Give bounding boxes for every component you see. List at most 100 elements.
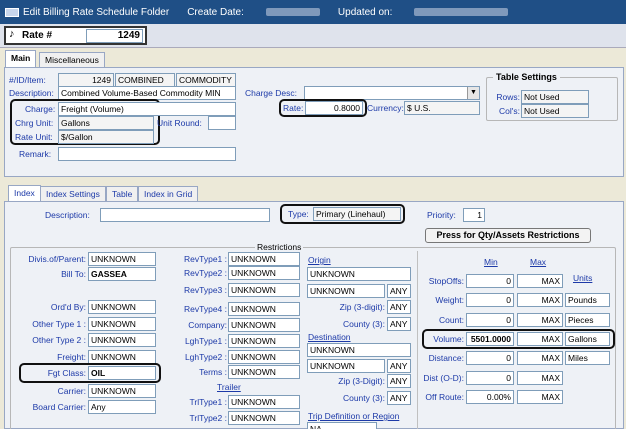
minmax-max-field[interactable]: MAX xyxy=(517,371,563,385)
minmax-unit-field[interactable]: Miles xyxy=(565,351,610,365)
remark-field[interactable] xyxy=(58,147,236,161)
destination-county-field[interactable]: ANY xyxy=(387,391,411,405)
board-carrier-field[interactable]: Any xyxy=(88,400,156,414)
lghtype1-field[interactable]: UNKNOWN xyxy=(228,334,300,348)
ordby-label: Ord'd By: xyxy=(50,302,86,312)
trltype1-label: TrlType1 : xyxy=(189,397,227,407)
lghtype2-field[interactable]: UNKNOWN xyxy=(228,350,300,364)
destination-label[interactable]: Destination xyxy=(308,330,351,344)
rate-number-field[interactable]: 1249 xyxy=(86,29,143,43)
tab-index[interactable]: Index xyxy=(8,185,41,202)
minmax-min-field[interactable]: 0 xyxy=(466,351,514,365)
id-type-field: COMBINED xyxy=(115,73,175,87)
minmax-max-field[interactable]: MAX xyxy=(517,274,563,288)
rows-label: Rows: xyxy=(496,92,520,102)
revtype4-field[interactable]: UNKNOWN xyxy=(228,302,300,316)
company-field[interactable]: UNKNOWN xyxy=(228,318,300,332)
revtype2-field[interactable]: UNKNOWN xyxy=(228,266,300,280)
minmax-min-field[interactable]: 0.00% xyxy=(466,390,514,404)
id-field: 1249 xyxy=(58,73,114,87)
fgt-class-label: Fgt Class: xyxy=(47,368,86,378)
unit-round-field[interactable] xyxy=(208,116,236,130)
other-type1-label: Other Type 1 : xyxy=(32,319,86,329)
rate-label: Rate: xyxy=(283,103,304,113)
carrier-label: Carrier: xyxy=(57,386,86,396)
minmax-min-field[interactable]: 0 xyxy=(466,313,514,327)
charge-desc-dropdown[interactable]: ▼ xyxy=(304,86,480,100)
carrier-field[interactable]: UNKNOWN xyxy=(88,384,156,398)
terms-label: Terms : xyxy=(199,367,227,377)
minmax-max-field[interactable]: MAX xyxy=(517,351,563,365)
destination-field-2[interactable]: UNKNOWN xyxy=(307,359,385,373)
freight-field[interactable]: UNKNOWN xyxy=(88,350,156,364)
tab-table[interactable]: Table xyxy=(106,186,139,201)
origin-field[interactable]: UNKNOWN xyxy=(307,267,411,281)
trip-definition-label[interactable]: Trip Definition or Region xyxy=(308,409,399,423)
currency-label: Currency: xyxy=(367,103,404,113)
destination-any-field[interactable]: ANY xyxy=(387,359,411,373)
billto-field[interactable]: GASSEA xyxy=(88,267,156,281)
qty-assets-restrictions-button[interactable]: Press for Qty/Assets Restrictions xyxy=(425,228,591,243)
index-description-field[interactable] xyxy=(100,208,270,222)
rate-field[interactable]: 0.8000 xyxy=(305,101,363,115)
revtype1-field[interactable]: UNKNOWN xyxy=(228,252,300,266)
billto-label: Bill To: xyxy=(61,269,86,279)
trltype2-label: TrlType2 : xyxy=(189,413,227,423)
minmax-min-field[interactable]: 0 xyxy=(466,274,514,288)
minmax-unit-field[interactable]: Pieces xyxy=(565,313,610,327)
divis-field[interactable]: UNKNOWN xyxy=(88,252,156,266)
minmax-unit-field[interactable]: Pounds xyxy=(565,293,610,307)
minmax-row-label: Weight: xyxy=(435,295,464,305)
revtype3-label: RevType3 : xyxy=(184,285,227,295)
index-description-label: Description: xyxy=(45,210,90,220)
minmax-min-field[interactable]: 0 xyxy=(466,371,514,385)
ordby-field[interactable]: UNKNOWN xyxy=(88,300,156,314)
revtype3-field[interactable]: UNKNOWN xyxy=(228,283,300,297)
destination-field[interactable]: UNKNOWN xyxy=(307,343,411,357)
type-field: Primary (Linehaul) xyxy=(313,207,401,221)
other-type2-field[interactable]: UNKNOWN xyxy=(88,333,156,347)
destination-zip-label: Zip (3-Digit): xyxy=(338,376,385,386)
max-label: Max xyxy=(530,257,547,267)
app-icon xyxy=(5,7,19,17)
tab-index-settings[interactable]: Index Settings xyxy=(40,186,106,201)
other-type1-field[interactable]: UNKNOWN xyxy=(88,317,156,331)
company-label: Company: xyxy=(188,320,227,330)
priority-field[interactable]: 1 xyxy=(463,208,485,222)
rate-bar: ♪ Rate # 1249 xyxy=(0,24,626,48)
tab-main[interactable]: Main xyxy=(5,50,37,67)
minmax-min-field[interactable]: 0 xyxy=(466,293,514,307)
type-label: Type: xyxy=(288,209,309,219)
unit-round-label: Unit Round: xyxy=(157,118,202,128)
billing-rate-window: Edit Billing Rate Schedule Folder Create… xyxy=(0,0,626,429)
charge-desc-label: Charge Desc: xyxy=(245,88,297,98)
terms-field[interactable]: UNKNOWN xyxy=(228,365,300,379)
description-field[interactable]: Combined Volume-Based Commodity MIN xyxy=(58,86,236,100)
origin-any-field[interactable]: ANY xyxy=(387,284,411,298)
origin-county-field[interactable]: ANY xyxy=(387,317,411,331)
origin-zip-field[interactable]: ANY xyxy=(387,300,411,314)
origin-label[interactable]: Origin xyxy=(308,253,331,267)
origin-field-2[interactable]: UNKNOWN xyxy=(307,284,385,298)
minmax-max-field[interactable]: MAX xyxy=(517,293,563,307)
minmax-row-label: StopOffs: xyxy=(428,276,464,286)
board-carrier-label: Board Carrier: xyxy=(32,402,86,412)
min-label: Min xyxy=(484,257,498,267)
destination-zip-field[interactable]: ANY xyxy=(387,374,411,388)
trltype2-field[interactable]: UNKNOWN xyxy=(228,411,300,425)
tab-miscellaneous[interactable]: Miscellaneous xyxy=(39,52,105,67)
origin-county-label: County (3): xyxy=(342,319,385,329)
minmax-max-field[interactable]: MAX xyxy=(517,390,563,404)
trltype1-field[interactable]: UNKNOWN xyxy=(228,395,300,409)
trip-definition-field[interactable]: NA xyxy=(307,422,377,429)
priority-label: Priority: xyxy=(427,210,456,220)
chevron-down-icon[interactable]: ▼ xyxy=(467,87,479,99)
cols-label: Col's: xyxy=(499,106,520,116)
minmax-row-label: Count: xyxy=(438,315,464,325)
tab-index-in-grid[interactable]: Index in Grid xyxy=(138,186,199,201)
minmax-row-label: Dist (O-D): xyxy=(423,373,464,383)
fgt-class-field[interactable]: OIL xyxy=(88,366,156,380)
minmax-max-field[interactable]: MAX xyxy=(517,313,563,327)
title-bar[interactable]: Edit Billing Rate Schedule Folder Create… xyxy=(0,0,626,24)
charge-field[interactable]: Freight (Volume) xyxy=(58,102,236,116)
